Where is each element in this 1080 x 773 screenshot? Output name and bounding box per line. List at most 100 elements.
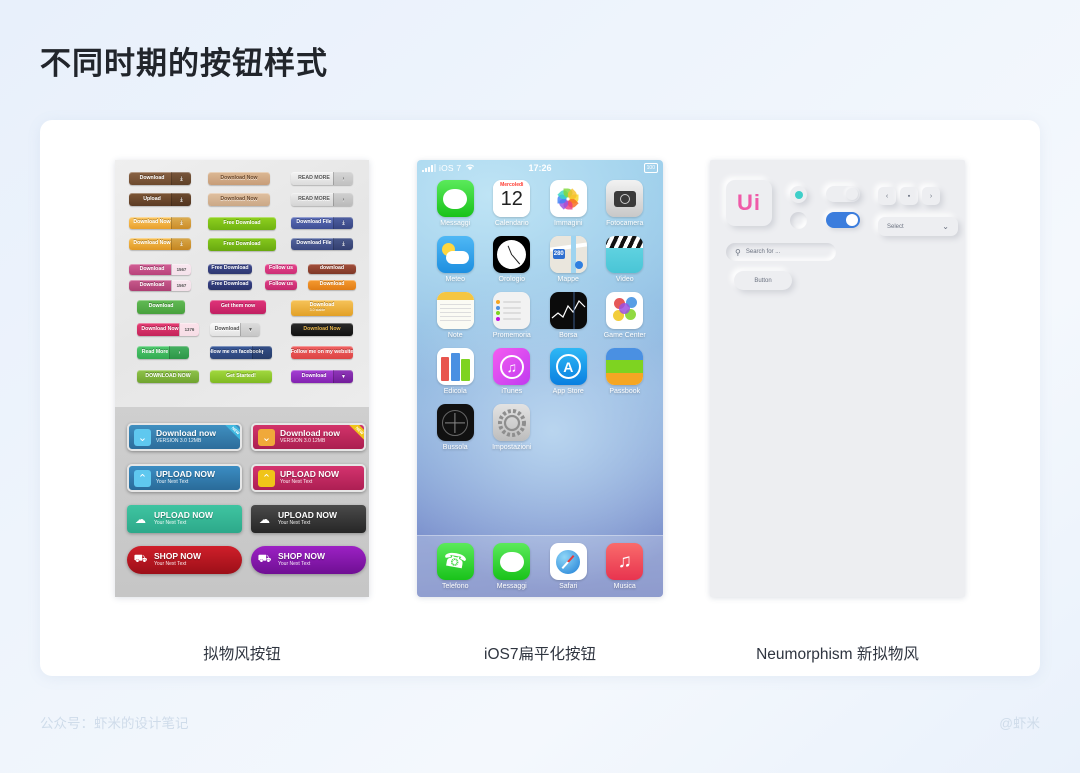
ios-app-label: Immagini <box>554 220 583 227</box>
skeuomorphic-banner-button[interactable]: ⌃ UPLOAD NOW Your Next Text <box>127 464 242 492</box>
skeuomorphic-button-label: Follow us <box>269 281 293 288</box>
camera-icon <box>606 180 644 217</box>
ios-app-grid: Messaggi Mercoledì 12 Calendario Immagini Fot… <box>417 180 663 451</box>
skeuomorphic-button[interactable]: Download <box>137 300 185 314</box>
ios-app-item[interactable]: Immagini <box>540 180 597 227</box>
skeuomorphic-button-label: READ MORE <box>298 195 330 202</box>
ios-dock-label: Musica <box>613 583 636 590</box>
skeuomorphic-banner-button[interactable]: ⛟ SHOP NOW Your Next Text <box>251 546 366 574</box>
skeuomorphic-button-text: Download <box>140 266 165 272</box>
skeuomorphic-button[interactable]: Download Now ⤓ <box>129 217 191 229</box>
skeuomorphic-button[interactable]: Download 1567 <box>129 280 191 291</box>
ios-dock: ☎ Telefono Messaggi Safari ♫ Musica <box>417 535 663 597</box>
banner-button-sublabel: Your Next Text <box>154 561 187 567</box>
nav-prev-button[interactable]: ‹ <box>878 187 896 205</box>
skeuomorphic-button[interactable]: DOWNLOAD NOW <box>137 370 199 383</box>
skeuomorphic-button-tag: ⤓ <box>333 217 353 229</box>
skeuomorphic-button[interactable]: Download File ⤓ <box>291 217 353 229</box>
skeuomorphic-button[interactable]: Download ▼ <box>291 370 353 383</box>
radio-selected[interactable] <box>790 186 807 203</box>
skeuomorphic-banner-button[interactable]: ☁ UPLOAD NOW Your Next Text <box>251 505 366 533</box>
ios-app-item[interactable]: Bussola <box>427 404 484 451</box>
ios-dock-item[interactable]: Safari <box>549 543 587 590</box>
ios-app-item[interactable]: Mercoledì 12 Calendario <box>484 180 541 227</box>
ios-app-label: Video <box>615 276 634 283</box>
skeuomorphic-button[interactable]: Follow us <box>265 264 297 274</box>
ios-app-item[interactable]: ♫ iTunes <box>484 348 541 395</box>
skeuomorphic-banner-button[interactable]: ☁ UPLOAD NOW Your Next Text <box>127 505 242 533</box>
skeuomorphic-button[interactable]: Download ▼ <box>210 323 260 336</box>
skeuomorphic-button[interactable]: Download 3.0 stable <box>291 300 353 316</box>
skeuomorphic-button[interactable]: Read More › <box>137 346 189 359</box>
ios-app-item[interactable]: Fotocamera <box>597 180 654 227</box>
ios-dock-item[interactable]: ♫ Musica <box>606 543 644 590</box>
skeuomorphic-button[interactable]: Free Download <box>208 217 276 230</box>
music-icon: ♫ <box>606 543 644 580</box>
select-dropdown[interactable]: Select ⌄ <box>878 217 958 236</box>
skeuomorphic-button-text: Download File <box>296 220 331 225</box>
ios-app-item[interactable]: A App Store <box>540 348 597 395</box>
banner-button-text: Download now VERSION 3.0 12MB <box>156 428 216 445</box>
ios-app-item[interactable]: Passbook <box>597 348 654 395</box>
videos-icon <box>606 236 644 273</box>
ios-app-item[interactable]: Borsa <box>540 292 597 339</box>
ios-app-item[interactable]: Promemoria <box>484 292 541 339</box>
skeuomorphic-button[interactable]: Follow me on my website <box>291 346 353 359</box>
ios-app-item[interactable]: Edicola <box>427 348 484 395</box>
toggle-on[interactable] <box>826 212 860 228</box>
skeuomorphic-button[interactable]: Download ⤓ <box>129 172 191 185</box>
skeuomorphic-button-label: Download <box>319 281 345 288</box>
ios-app-item[interactable]: Meteo <box>427 236 484 283</box>
skeuomorphic-button[interactable]: Download File ⤓ <box>291 238 353 250</box>
ios-app-label: Note <box>447 332 463 339</box>
skeuomorphic-button[interactable]: Free Download <box>208 238 276 251</box>
ios-app-item[interactable]: 280 Mappe <box>540 236 597 283</box>
skeuomorphic-banner-button[interactable]: ⌄ Download now VERSION 3.0 12MB NEW <box>251 423 366 451</box>
banner-button-text: UPLOAD NOW Your Next Text <box>278 510 337 527</box>
skeuomorphic-banner-button[interactable]: ⌃ UPLOAD NOW Your Next Text <box>251 464 366 492</box>
ios-app-item[interactable]: Note <box>427 292 484 339</box>
calendar-icon: Mercoledì 12 <box>493 180 531 217</box>
skeuomorphic-button-text: Free Download <box>211 266 248 271</box>
ios-app-label: Edicola <box>443 388 467 395</box>
nav-next-button[interactable]: › <box>922 187 940 205</box>
skeuomorphic-button[interactable]: Free Download <box>208 264 252 274</box>
skeuomorphic-button[interactable]: Upload ⤓ <box>129 193 191 206</box>
skeuomorphic-button[interactable]: download <box>308 264 356 274</box>
button-top[interactable]: Button <box>734 271 792 290</box>
skeuomorphic-button[interactable]: Follow me on facebook f <box>210 346 272 359</box>
banner-button-icon: ⛟ <box>133 553 148 565</box>
skeuomorphic-button-text: Download File <box>296 241 331 246</box>
skeuomorphic-button[interactable]: Download Now <box>208 193 270 206</box>
skeuomorphic-button-label: Download File <box>296 219 332 226</box>
skeuomorphic-button[interactable]: Follow us <box>265 280 297 290</box>
skeuomorphic-button-tag: 1376 <box>179 323 199 336</box>
ios-app-item[interactable]: Messaggi <box>427 180 484 227</box>
banner-button-text: UPLOAD NOW Your Next Text <box>156 469 215 486</box>
skeuomorphic-button[interactable]: Download Now ⤓ <box>129 238 191 250</box>
skeuomorphic-button[interactable]: Download 1567 <box>129 264 191 275</box>
skeuomorphic-button[interactable]: Get them now <box>210 300 266 314</box>
ios-dock-item[interactable]: Messaggi <box>493 543 531 590</box>
skeuomorphic-button[interactable]: Get Started! <box>210 370 272 383</box>
radio-unselected[interactable] <box>790 212 807 229</box>
skeuomorphic-button[interactable]: Download Now <box>208 172 270 185</box>
skeuomorphic-button[interactable]: READ MORE › <box>291 172 353 185</box>
toggle-off[interactable] <box>826 186 860 202</box>
banner-button-sublabel: Your Next Text <box>278 520 311 526</box>
skeuomorphic-button[interactable]: Download Now <box>291 323 353 336</box>
skeuomorphic-button[interactable]: Free Download <box>208 280 252 290</box>
search-input-top[interactable]: ⚲ Search for ... <box>726 243 836 261</box>
skeuomorphic-banner-button[interactable]: ⛟ SHOP NOW Your Next Text <box>127 546 242 574</box>
skeuomorphic-button[interactable]: Download <box>308 280 356 290</box>
skeuomorphic-button[interactable]: READ MORE › <box>291 193 353 206</box>
ios-app-item[interactable]: Game Center <box>597 292 654 339</box>
ios-app-item[interactable]: Orologio <box>484 236 541 283</box>
skeuomorphic-button-label: DOWNLOAD NOW <box>145 372 191 379</box>
nav-stop-button[interactable]: ▪ <box>900 187 918 205</box>
ios-dock-item[interactable]: ☎ Telefono <box>436 543 474 590</box>
skeuomorphic-button[interactable]: Download Now 1376 <box>137 323 199 336</box>
ios-app-item[interactable]: Video <box>597 236 654 283</box>
skeuomorphic-banner-button[interactable]: ⌄ Download now VERSION 3.0 12MB NEW <box>127 423 242 451</box>
ios-app-item[interactable]: Impostazioni <box>484 404 541 451</box>
